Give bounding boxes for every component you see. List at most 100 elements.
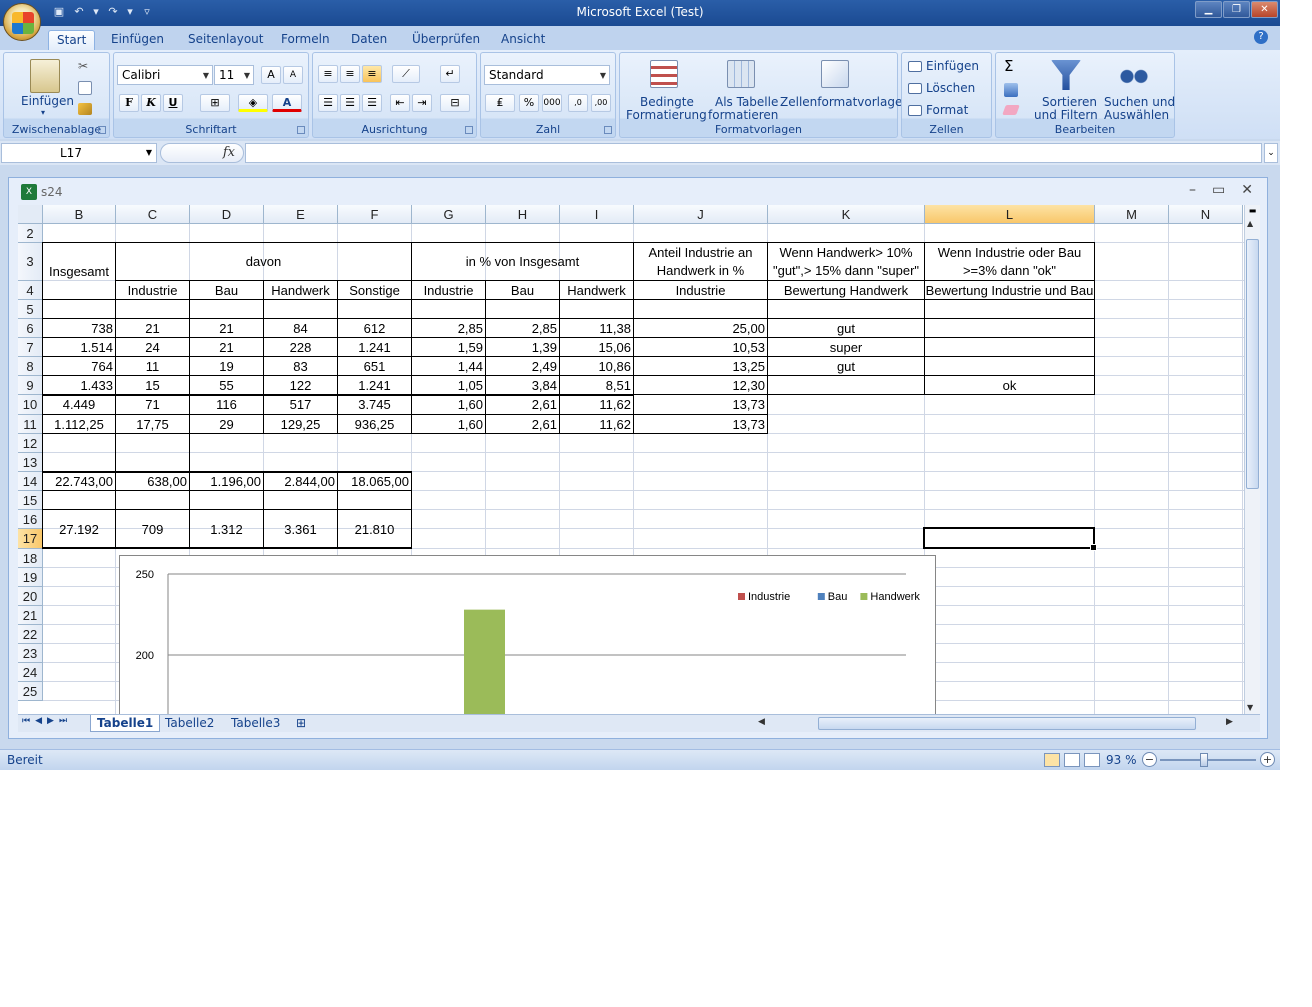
row-header-3[interactable]: 3 [18,243,43,281]
conditional-formatting-label-1[interactable]: Bedingte [640,95,694,109]
column-header-d[interactable]: D [190,205,264,224]
column-header-l[interactable]: L [925,205,1095,224]
cell-c14[interactable]: 638,00 [116,472,189,490]
cell-d14[interactable]: 1.196,00 [190,472,263,490]
alignment-launcher-icon[interactable] [465,126,473,134]
zoom-slider-thumb[interactable] [1200,753,1208,767]
cell-k6[interactable]: gut [768,319,924,337]
restore-button[interactable]: ❐ [1223,1,1250,18]
cell-l10[interactable] [925,395,1094,414]
cell-f6[interactable]: 612 [338,319,411,337]
row-header-8[interactable]: 8 [18,357,43,376]
tab-start[interactable]: Start [48,30,96,50]
header-row4-f[interactable]: Sonstige [338,281,411,299]
align-center-button[interactable]: ☰ [340,94,360,112]
row-header-15[interactable]: 15 [18,491,43,510]
tab-formeln[interactable]: Formeln [273,30,338,50]
cell-b9[interactable]: 1.433 [43,376,115,394]
sort-filter-label-1[interactable]: Sortieren [1042,95,1097,109]
close-button[interactable]: ✕ [1251,1,1278,18]
cell-g9[interactable]: 1,05 [412,376,485,394]
decrease-decimal-button[interactable]: ,00 [591,94,611,112]
page-break-view-icon[interactable] [1084,753,1100,767]
cell-e9[interactable]: 122 [264,376,337,394]
cell-f7[interactable]: 1.241 [338,338,411,356]
row-header-14[interactable]: 14 [18,472,43,491]
zoom-in-button[interactable]: + [1260,752,1275,767]
orientation-button[interactable]: ⟋ [392,65,420,83]
workbook-close-button[interactable]: ✕ [1241,182,1253,198]
row-header-13[interactable]: 13 [18,453,43,472]
cell-h7[interactable]: 1,39 [486,338,559,356]
cell-h9[interactable]: 3,84 [486,376,559,394]
shrink-font-button[interactable]: A [283,66,303,84]
vertical-scroll-thumb[interactable] [1246,239,1259,489]
column-header-n[interactable]: N [1169,205,1243,224]
cell-c11[interactable]: 17,75 [116,415,189,433]
increase-indent-button[interactable]: ⇥ [412,94,432,112]
cell-l8[interactable] [925,357,1094,375]
paste-dropdown-icon[interactable]: ▾ [41,108,45,117]
clear-icon[interactable] [1002,105,1020,115]
cell-b14[interactable]: 22.743,00 [43,472,115,490]
fill-color-button[interactable]: ◈ [238,94,268,112]
column-header-h[interactable]: H [486,205,560,224]
sheet-nav-icons[interactable]: ⏮◀▶⏭ [22,716,72,726]
header-row4-e[interactable]: Handwerk [264,281,337,299]
currency-button[interactable]: ₤ [485,94,515,112]
grow-font-button[interactable]: A [261,66,281,84]
wrap-text-button[interactable]: ↵ [440,65,460,83]
header-row4-h[interactable]: Bau [486,281,559,299]
cell-c7[interactable]: 24 [116,338,189,356]
cell-j8[interactable]: 13,25 [634,357,767,375]
cell-b10[interactable]: 4.449 [43,395,115,414]
insert-sheet-icon[interactable]: ⊞ [290,715,312,732]
cell-b7[interactable]: 1.514 [43,338,115,356]
formula-input[interactable] [245,143,1262,163]
row-header-23[interactable]: 23 [18,644,43,663]
conditional-formatting-label-2[interactable]: Formatierung [626,108,707,122]
sheet-tab-tabelle3[interactable]: Tabelle3 [225,715,286,732]
cell-f9[interactable]: 1.241 [338,376,411,394]
row-header-9[interactable]: 9 [18,376,43,395]
cell-c10[interactable]: 71 [116,395,189,414]
delete-cells-button[interactable]: Löschen [926,81,975,95]
row-header-19[interactable]: 19 [18,568,43,587]
cell-b16-17[interactable]: 27.192 [43,510,115,548]
expand-formula-bar-icon[interactable]: ⌄ [1264,143,1278,163]
column-header-b[interactable]: B [43,205,116,224]
find-select-icon[interactable] [1120,62,1148,86]
cell-d16-17[interactable]: 1.312 [190,510,263,548]
font-color-button[interactable]: A [272,94,302,112]
find-select-label-2[interactable]: Auswählen [1104,108,1169,122]
header-wenn-handwerk[interactable]: Wenn Handwerk> 10% "gut",> 15% dann "supe… [768,243,924,280]
row-header-11[interactable]: 11 [18,415,43,434]
underline-button[interactable]: U [163,94,183,112]
cell-j9[interactable]: 12,30 [634,376,767,394]
header-row4-i[interactable]: Handwerk [560,281,633,299]
normal-view-icon[interactable] [1044,753,1060,767]
cell-h11[interactable]: 2,61 [486,415,559,433]
cell-l7[interactable] [925,338,1094,356]
office-button[interactable] [3,3,41,41]
column-header-e[interactable]: E [264,205,338,224]
column-header-m[interactable]: M [1095,205,1169,224]
cell-f16-17[interactable]: 21.810 [338,510,411,548]
horizontal-scroll-thumb[interactable] [818,717,1196,730]
header-davon[interactable]: davon [116,243,411,280]
cell-d8[interactable]: 19 [190,357,263,375]
workbook-minimize-button[interactable]: – [1189,182,1196,198]
cell-g6[interactable]: 2,85 [412,319,485,337]
column-header-g[interactable]: G [412,205,486,224]
cell-h6[interactable]: 2,85 [486,319,559,337]
tab-seitenlayout[interactable]: Seitenlayout [180,30,271,50]
header-row4-k[interactable]: Bewertung Handwerk [768,281,924,299]
row-header-24[interactable]: 24 [18,663,43,682]
insert-cells-icon[interactable] [908,61,922,72]
find-select-label-1[interactable]: Suchen und [1104,95,1175,109]
vertical-scrollbar[interactable]: ▬ ▲ ▼ [1244,205,1260,714]
cell-e8[interactable]: 83 [264,357,337,375]
row-header-18[interactable]: 18 [18,549,43,568]
cell-l6[interactable] [925,319,1094,337]
format-as-table-label-2[interactable]: formatieren [708,108,778,122]
